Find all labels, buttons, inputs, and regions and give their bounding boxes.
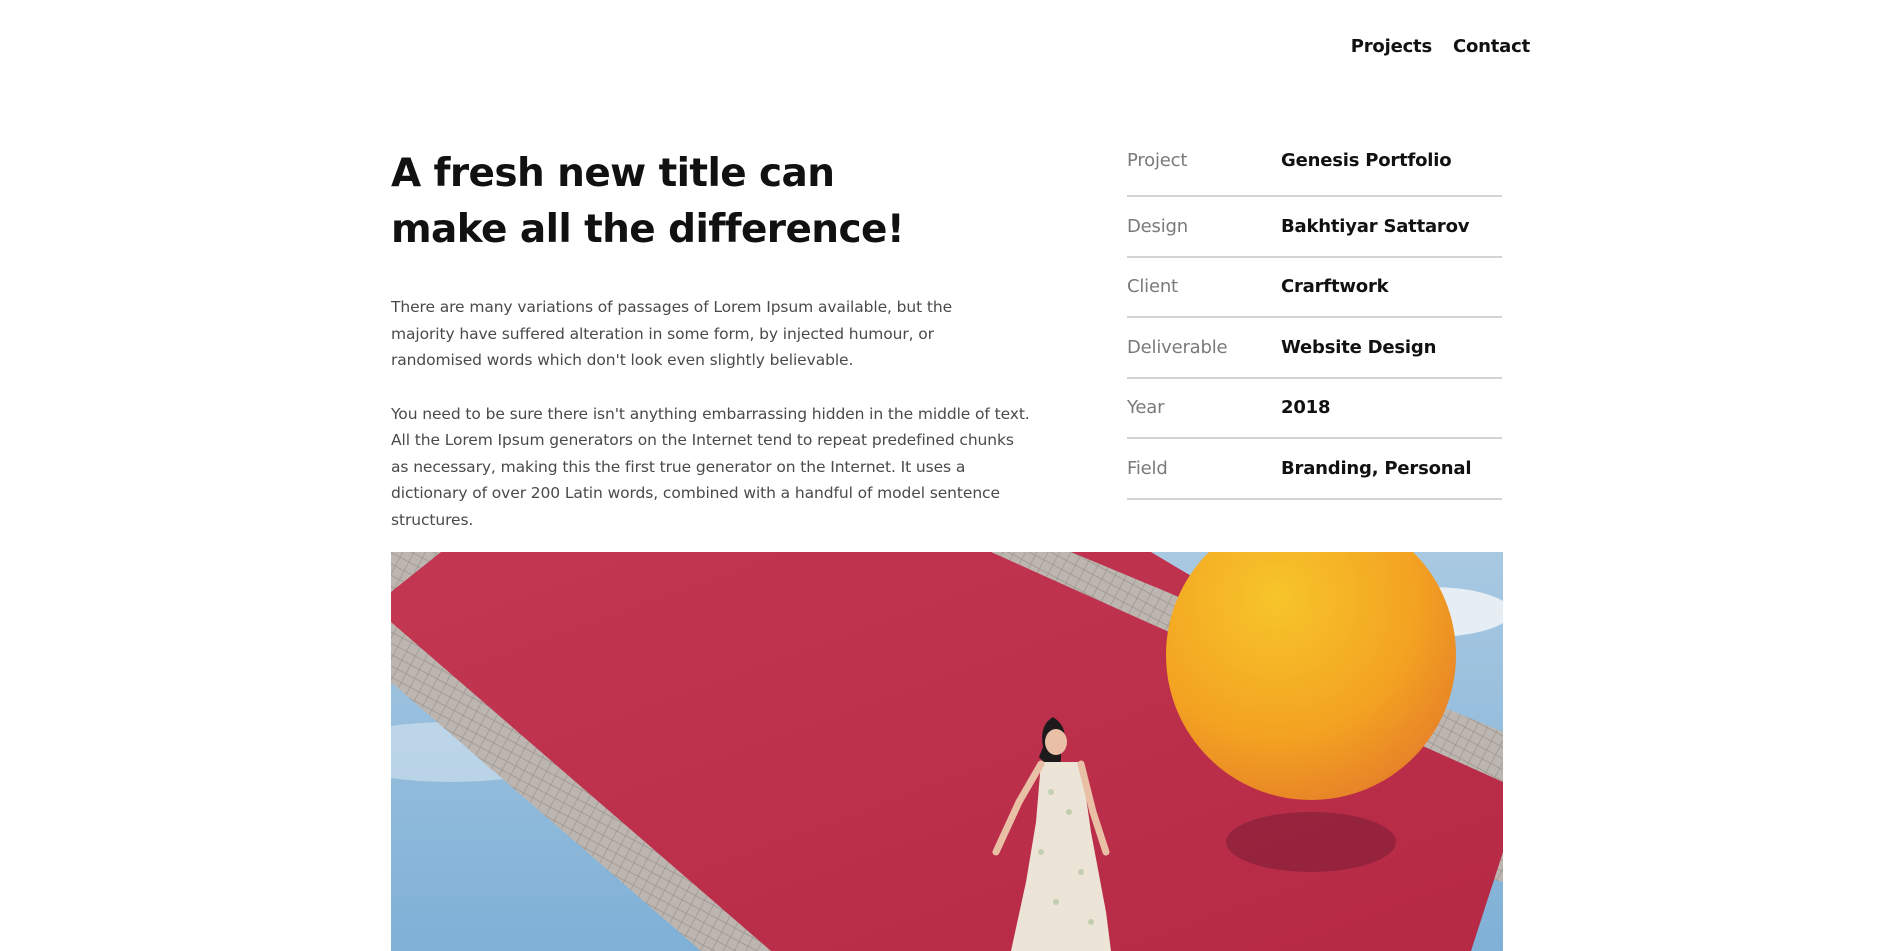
details-row-year: Year 2018 bbox=[1127, 379, 1502, 439]
page-title-line-2: make all the difference! bbox=[391, 207, 905, 252]
details-row-field: Field Branding, Personal bbox=[1127, 439, 1502, 500]
nav-contact-link[interactable]: Contact bbox=[1453, 36, 1530, 57]
sphere-shadow bbox=[1226, 812, 1396, 872]
hero-illustration bbox=[391, 552, 1503, 951]
intro-paragraph-2: You need to be sure there isn't anything… bbox=[391, 404, 1030, 529]
details-label: Client bbox=[1127, 276, 1178, 298]
details-row-deliverable: Deliverable Website Design bbox=[1127, 318, 1502, 379]
details-row-client: Client Crarftwork bbox=[1127, 258, 1502, 318]
details-label: Project bbox=[1127, 150, 1188, 171]
intro-paragraph-1: There are many variations of passages of… bbox=[391, 298, 953, 369]
details-value: Genesis Portfolio bbox=[1281, 150, 1452, 171]
details-label: Design bbox=[1127, 215, 1188, 237]
details-value: Website Design bbox=[1281, 336, 1437, 358]
details-value: Bakhtiyar Sattarov bbox=[1281, 215, 1470, 237]
page-title-line-1: A fresh new title can bbox=[391, 151, 835, 196]
details-value: 2018 bbox=[1281, 397, 1331, 419]
top-nav: Projects Contact bbox=[1351, 36, 1530, 57]
details-row-project: Project Genesis Portfolio bbox=[1127, 150, 1502, 197]
project-details: Project Genesis Portfolio Design Bakhtiy… bbox=[1127, 150, 1502, 500]
page-title: A fresh new title can make all the diffe… bbox=[391, 146, 1031, 258]
details-value: Branding, Personal bbox=[1281, 457, 1472, 479]
nav-projects-link[interactable]: Projects bbox=[1351, 36, 1432, 57]
project-intro: A fresh new title can make all the diffe… bbox=[391, 146, 1031, 533]
details-label: Field bbox=[1127, 457, 1168, 479]
details-row-design: Design Bakhtiyar Sattarov bbox=[1127, 197, 1502, 258]
details-label: Year bbox=[1127, 397, 1165, 419]
details-value: Crarftwork bbox=[1281, 276, 1389, 298]
hero-image bbox=[391, 552, 1503, 951]
details-label: Deliverable bbox=[1127, 336, 1228, 358]
